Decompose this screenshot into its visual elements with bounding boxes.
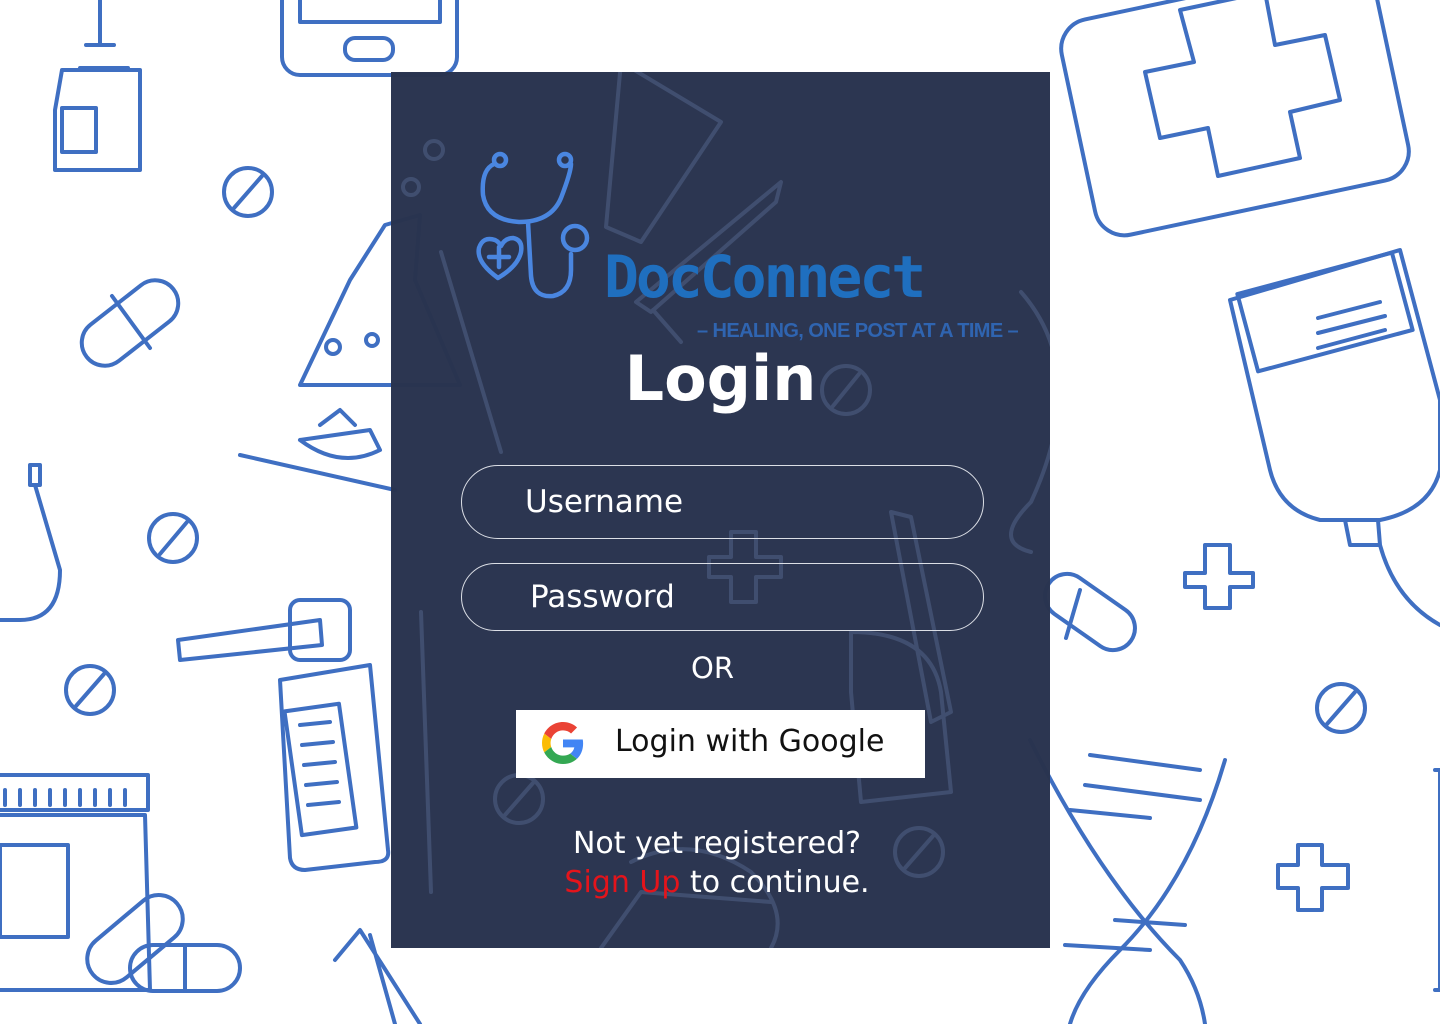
iv-bag-icon [1228,248,1440,627]
login-card: DocConnect – HEALING, ONE POST AT A TIME… [391,72,1050,948]
plus-icon [1183,543,1255,610]
first-aid-kit-icon [1059,0,1411,238]
burner-tray-icon [238,408,397,492]
capsule-icon [85,893,242,993]
register-suffix: to continue. [680,865,870,900]
plus-icon [1276,843,1350,912]
page-title: Login [624,342,817,415]
signup-link[interactable]: Sign Up [564,865,680,900]
brand-tagline: – HEALING, ONE POST AT A TIME – [697,320,1019,342]
docconnect-logo: DocConnect – HEALING, ONE POST AT A TIME… [471,150,1019,342]
register-question: Not yet registered? [572,826,862,861]
spray-bottle-icon [176,598,391,872]
no-symbol-icon [222,166,274,218]
no-symbol-icon [1315,682,1367,734]
dna-icon [1028,738,1227,1024]
capsule-icon [1043,571,1137,653]
login-page: DocConnect – HEALING, ONE POST AT A TIME… [0,0,1440,1024]
password-field[interactable] [461,563,984,631]
capsule-icon [79,278,181,368]
register-prompt: Not yet registered? Sign Up to continue. [391,824,1043,902]
username-field[interactable] [461,465,984,539]
swab-icon [0,463,62,622]
pill-jar-icon [0,773,152,992]
brand-name: DocConnect [604,243,926,311]
register-line: Sign Up to continue. [391,863,1043,902]
phone-icon [280,0,459,77]
or-divider: OR [691,651,734,685]
no-symbol-icon [147,512,199,564]
google-login-label: Login with Google [615,724,885,759]
dropper-bottle-icon [53,0,142,172]
google-g-icon [542,722,584,764]
no-symbol-icon [64,664,116,716]
stethoscope-heart-icon [476,151,590,299]
cross-partial-icon [1433,768,1440,992]
google-login-button[interactable]: Login with Google [516,710,925,778]
